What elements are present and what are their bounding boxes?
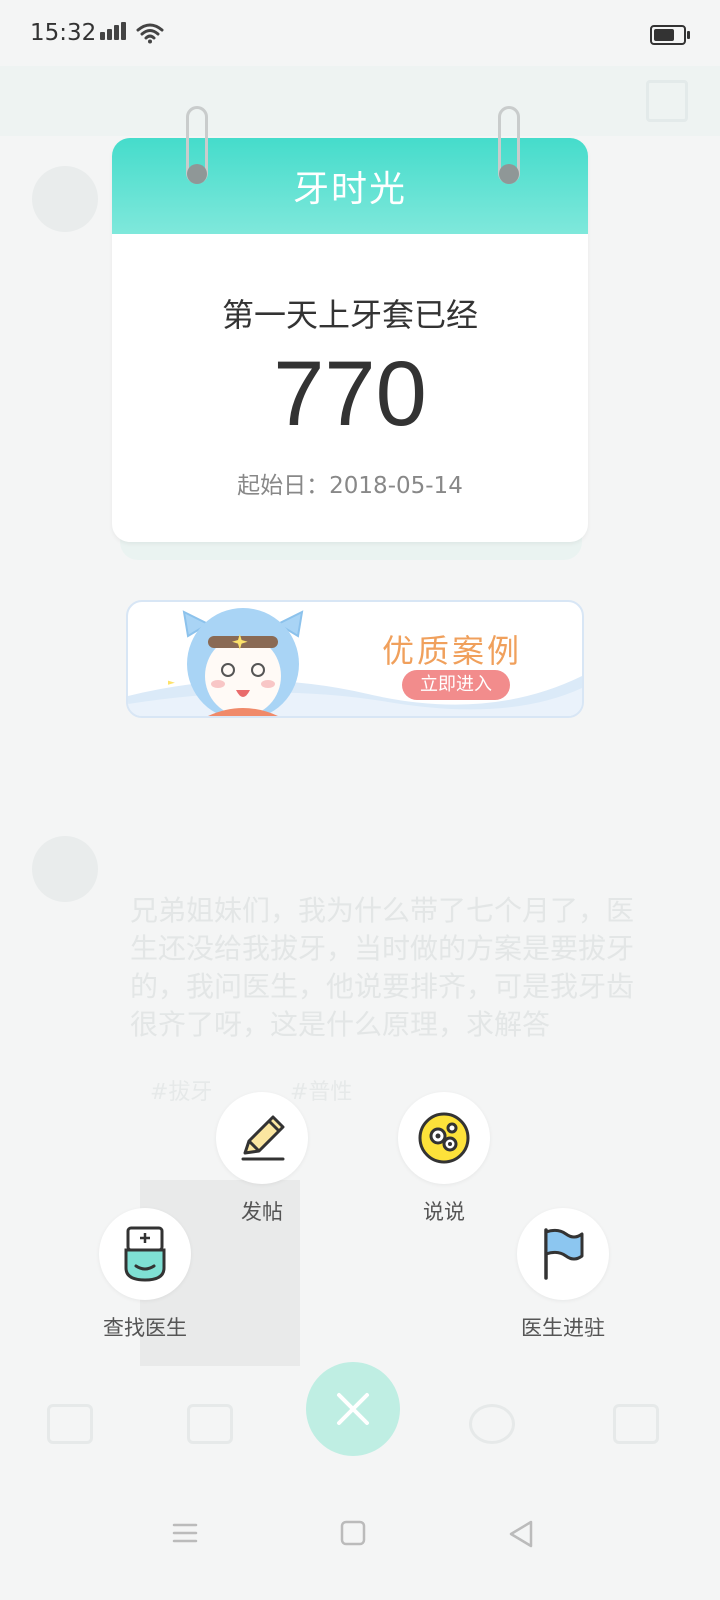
post-tag: #拔牙 [150, 1080, 213, 1105]
pencil-icon [241, 1115, 285, 1161]
emoji-face-icon [418, 1112, 470, 1164]
post-text: 兄弟姐妹们，我为什么带了七个月了，医生还没给我拔牙，当时做的方案是要拔牙的，我问… [130, 894, 635, 1041]
post-button[interactable] [216, 1092, 308, 1184]
avatar [32, 166, 98, 232]
close-icon [337, 1393, 369, 1425]
system-nav-bar [0, 1484, 720, 1600]
doctor-join-button[interactable] [517, 1208, 609, 1300]
tab-profile-icon [596, 1404, 676, 1452]
status-time: 15:32 [30, 20, 97, 46]
find-doctor-action[interactable]: 查找医生 [96, 1208, 194, 1342]
tab-forum-icon [170, 1404, 250, 1452]
banner-title: 优质案例 [382, 632, 523, 670]
tab-message-icon [452, 1404, 532, 1452]
doctor-join-action[interactable]: 医生进驻 [514, 1208, 612, 1342]
wifi-icon [136, 23, 164, 44]
calendar-ring-icon [186, 106, 208, 186]
back-icon[interactable] [508, 1520, 534, 1548]
find-doctor-label: 查找医生 [103, 1316, 187, 1340]
card-subtitle: 第一天上牙套已经 [221, 296, 478, 334]
find-doctor-button[interactable] [99, 1208, 191, 1300]
talk-button[interactable] [398, 1092, 490, 1184]
close-button[interactable] [306, 1362, 400, 1456]
home-icon[interactable] [340, 1520, 366, 1546]
quality-cases-banner[interactable]: 优质案例 立即进入 [126, 600, 584, 718]
post-action[interactable]: 发帖 [216, 1092, 308, 1226]
talk-action[interactable]: 说说 [398, 1092, 490, 1226]
tab-home-icon [30, 1404, 110, 1452]
start-date-line: 起始日：2018-05-14 [112, 466, 588, 500]
calendar-card[interactable]: 牙时光 第一天上牙套已经 770 起始日：2018-05-14 [112, 138, 588, 542]
doctor-icon [124, 1226, 166, 1282]
battery-icon [650, 25, 690, 45]
menu-icon[interactable] [172, 1520, 198, 1546]
mascot-icon [168, 608, 304, 716]
flag-icon [544, 1228, 584, 1280]
days-count: 770 [273, 343, 427, 445]
start-date-value: 2018-05-14 [329, 473, 463, 499]
post-label: 发帖 [241, 1200, 283, 1224]
avatar [32, 836, 98, 902]
start-date-label: 起始日： [237, 473, 330, 499]
status-bar: 15:32 [0, 0, 720, 66]
compose-icon [646, 80, 688, 122]
talk-label: 说说 [423, 1200, 465, 1224]
calendar-ring-icon [498, 106, 520, 186]
feed-header [0, 66, 720, 136]
enter-now-button[interactable]: 立即进入 [402, 670, 510, 700]
doctor-join-label: 医生进驻 [521, 1316, 605, 1340]
